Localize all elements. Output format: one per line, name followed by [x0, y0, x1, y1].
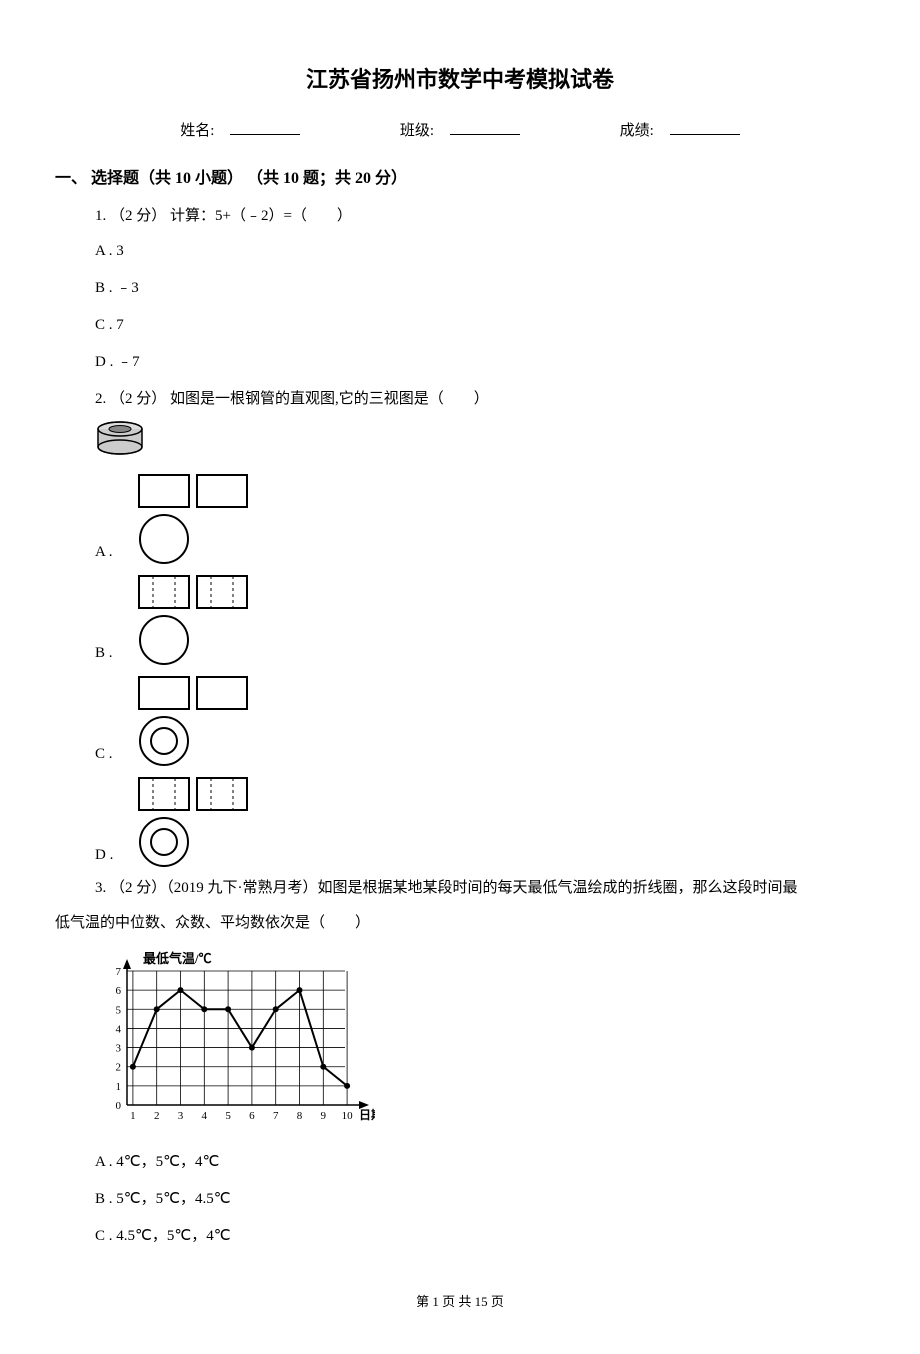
three-view-a-icon	[135, 471, 255, 566]
score-label: 成绩:	[620, 123, 654, 139]
svg-text:9: 9	[321, 1110, 327, 1122]
svg-text:7: 7	[116, 966, 122, 978]
q1-option-b: B . ﹣3	[95, 275, 865, 302]
q2-option-d-label: D .	[95, 842, 125, 869]
q1-option-c: C . 7	[95, 312, 865, 339]
q2-option-a: A .	[95, 471, 865, 566]
steel-pipe-icon	[95, 421, 145, 457]
three-view-c-icon	[135, 673, 255, 768]
svg-text:日期: 日期	[359, 1107, 375, 1122]
temperature-line-chart: 最低气温/℃0123456712345678910日期	[95, 949, 865, 1139]
q2-option-a-label: A .	[95, 539, 125, 566]
q2-option-d: D .	[95, 774, 865, 869]
q2-option-c: C .	[95, 673, 865, 768]
q3-option-c: C . 4.5℃，5℃，4℃	[95, 1223, 865, 1250]
svg-text:最低气温/℃: 最低气温/℃	[143, 951, 212, 966]
svg-text:0: 0	[116, 1100, 122, 1112]
svg-text:4: 4	[202, 1110, 208, 1122]
svg-text:5: 5	[116, 1005, 122, 1017]
class-label: 班级:	[400, 123, 434, 139]
pipe-figure	[95, 421, 865, 467]
question-3-cont: 低气温的中位数、众数、平均数依次是（ ）	[55, 910, 865, 937]
svg-text:3: 3	[116, 1043, 122, 1055]
question-2: 2. （2 分） 如图是一根钢管的直观图,它的三视图是（ ）	[95, 386, 865, 413]
page-footer: 第 1 页 共 15 页	[55, 1290, 865, 1313]
svg-text:8: 8	[297, 1110, 303, 1122]
q2-option-b-label: B .	[95, 640, 125, 667]
q1-option-a: A . 3	[95, 238, 865, 265]
svg-text:2: 2	[154, 1110, 160, 1122]
svg-text:6: 6	[116, 986, 122, 998]
question-3: 3. （2 分）（2019 九下·常熟月考）如图是根据某地某段时间的每天最低气温…	[95, 875, 865, 902]
name-blank	[230, 120, 300, 135]
class-blank	[450, 120, 520, 135]
q3-option-b: B . 5℃，5℃，4.5℃	[95, 1186, 865, 1213]
three-view-b-icon	[135, 572, 255, 667]
q2-option-c-label: C .	[95, 741, 125, 768]
question-1: 1. （2 分） 计算：5+（﹣2）=（ ）	[95, 203, 865, 230]
score-blank	[670, 120, 740, 135]
section-1-heading: 一、 选择题（共 10 小题） （共 10 题；共 20 分）	[55, 165, 865, 194]
svg-text:5: 5	[225, 1110, 231, 1122]
svg-text:2: 2	[116, 1062, 122, 1074]
svg-text:10: 10	[342, 1110, 354, 1122]
svg-text:6: 6	[249, 1110, 255, 1122]
q2-option-b: B .	[95, 572, 865, 667]
header-info: 姓名: 班级: 成绩:	[55, 118, 865, 145]
q1-option-d: D . ﹣7	[95, 349, 865, 376]
svg-text:4: 4	[116, 1024, 122, 1036]
name-label: 姓名:	[180, 123, 214, 139]
three-view-d-icon	[135, 774, 255, 869]
page-title: 江苏省扬州市数学中考模拟试卷	[55, 60, 865, 100]
svg-text:7: 7	[273, 1110, 279, 1122]
svg-text:1: 1	[116, 1081, 122, 1093]
svg-text:1: 1	[130, 1110, 136, 1122]
q3-option-a: A . 4℃，5℃，4℃	[95, 1149, 865, 1176]
svg-text:3: 3	[178, 1110, 184, 1122]
